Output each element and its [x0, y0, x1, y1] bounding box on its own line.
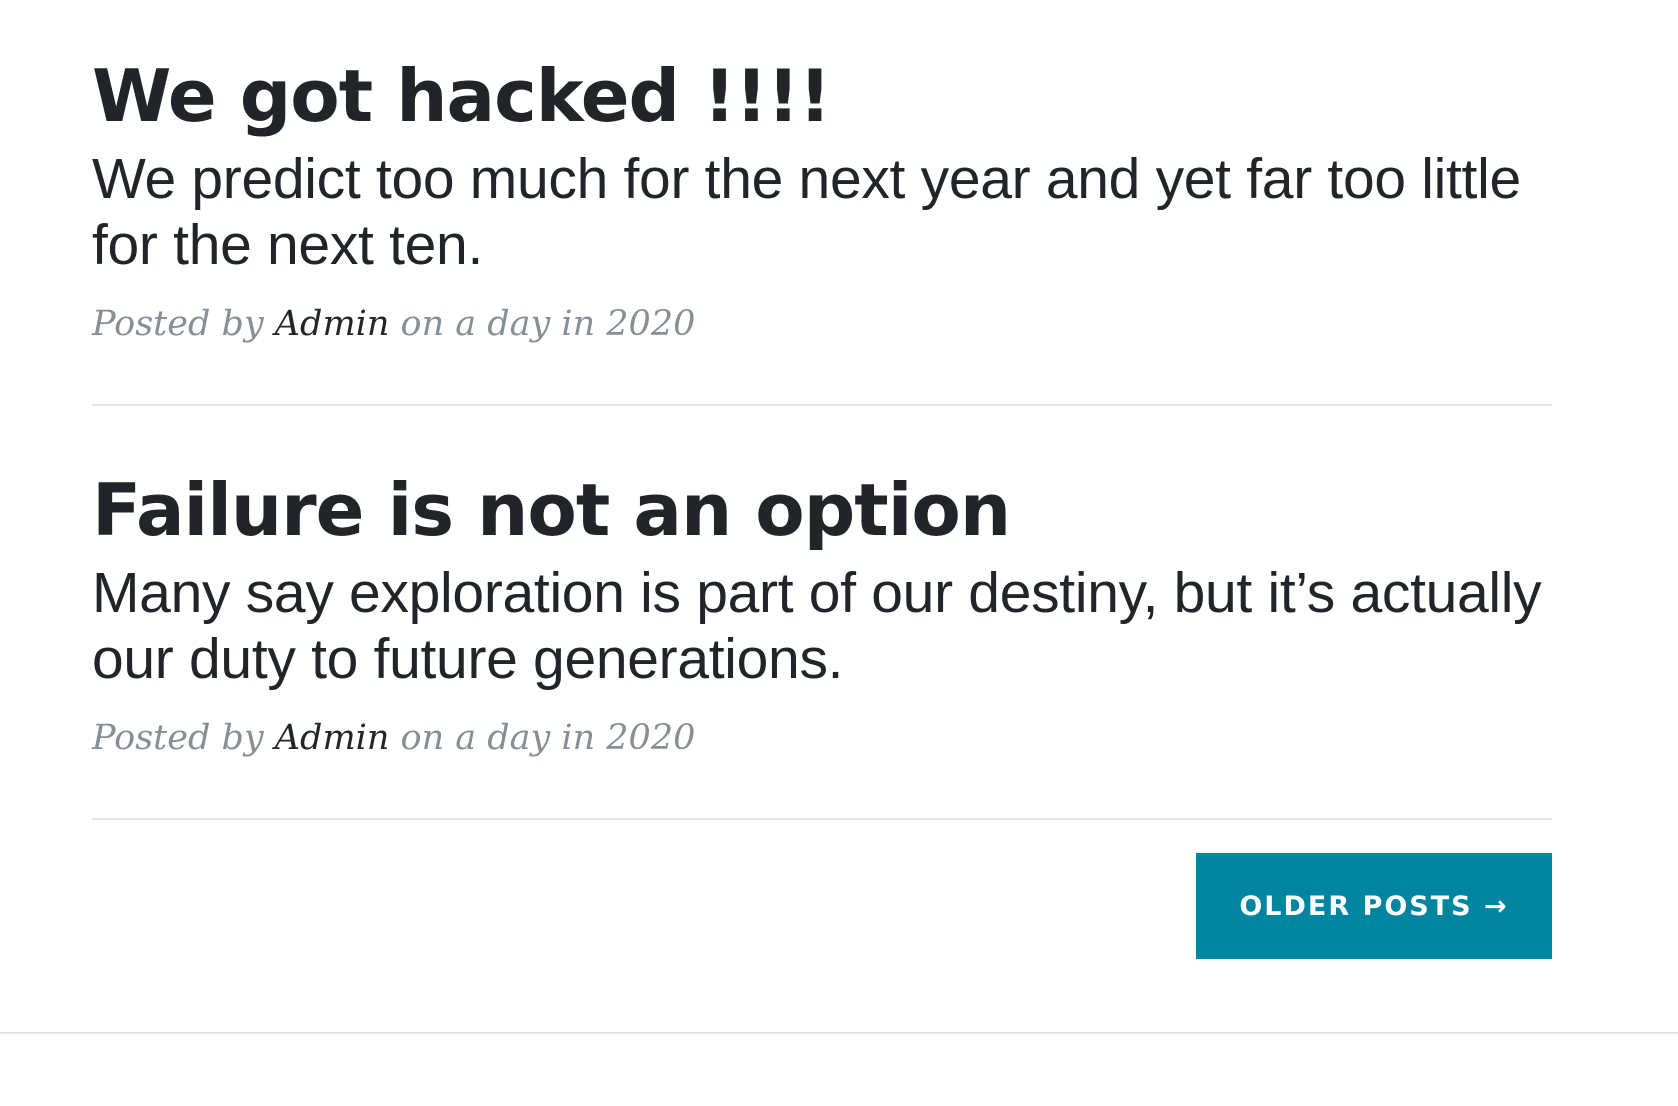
- post-meta-prefix: Posted by: [92, 304, 275, 344]
- post-preview: Failure is not an option Many say explor…: [92, 406, 1552, 820]
- post-subtitle[interactable]: Many say exploration is part of our dest…: [92, 560, 1552, 692]
- footer-divider: [0, 1032, 1678, 1034]
- post-meta: Posted by Admin on a day in 2020: [92, 302, 1552, 346]
- post-meta: Posted by Admin on a day in 2020: [92, 716, 1552, 760]
- post-title[interactable]: Failure is not an option: [92, 466, 1552, 554]
- post-preview: We got hacked !!!! We predict too much f…: [92, 0, 1552, 406]
- post-list: We got hacked !!!! We predict too much f…: [92, 0, 1552, 994]
- post-link[interactable]: We got hacked !!!! We predict too much f…: [92, 52, 1552, 278]
- post-meta-suffix: on a day in 2020: [389, 304, 696, 344]
- author-link[interactable]: Admin: [275, 304, 390, 344]
- pager: OLDER POSTS →: [92, 820, 1552, 994]
- post-title[interactable]: We got hacked !!!!: [92, 52, 1552, 140]
- post-subtitle[interactable]: We predict too much for the next year an…: [92, 146, 1552, 278]
- post-link[interactable]: Failure is not an option Many say explor…: [92, 466, 1552, 692]
- older-posts-button[interactable]: OLDER POSTS →: [1196, 853, 1552, 959]
- post-meta-prefix: Posted by: [92, 718, 275, 758]
- author-link[interactable]: Admin: [275, 718, 390, 758]
- post-meta-suffix: on a day in 2020: [389, 718, 696, 758]
